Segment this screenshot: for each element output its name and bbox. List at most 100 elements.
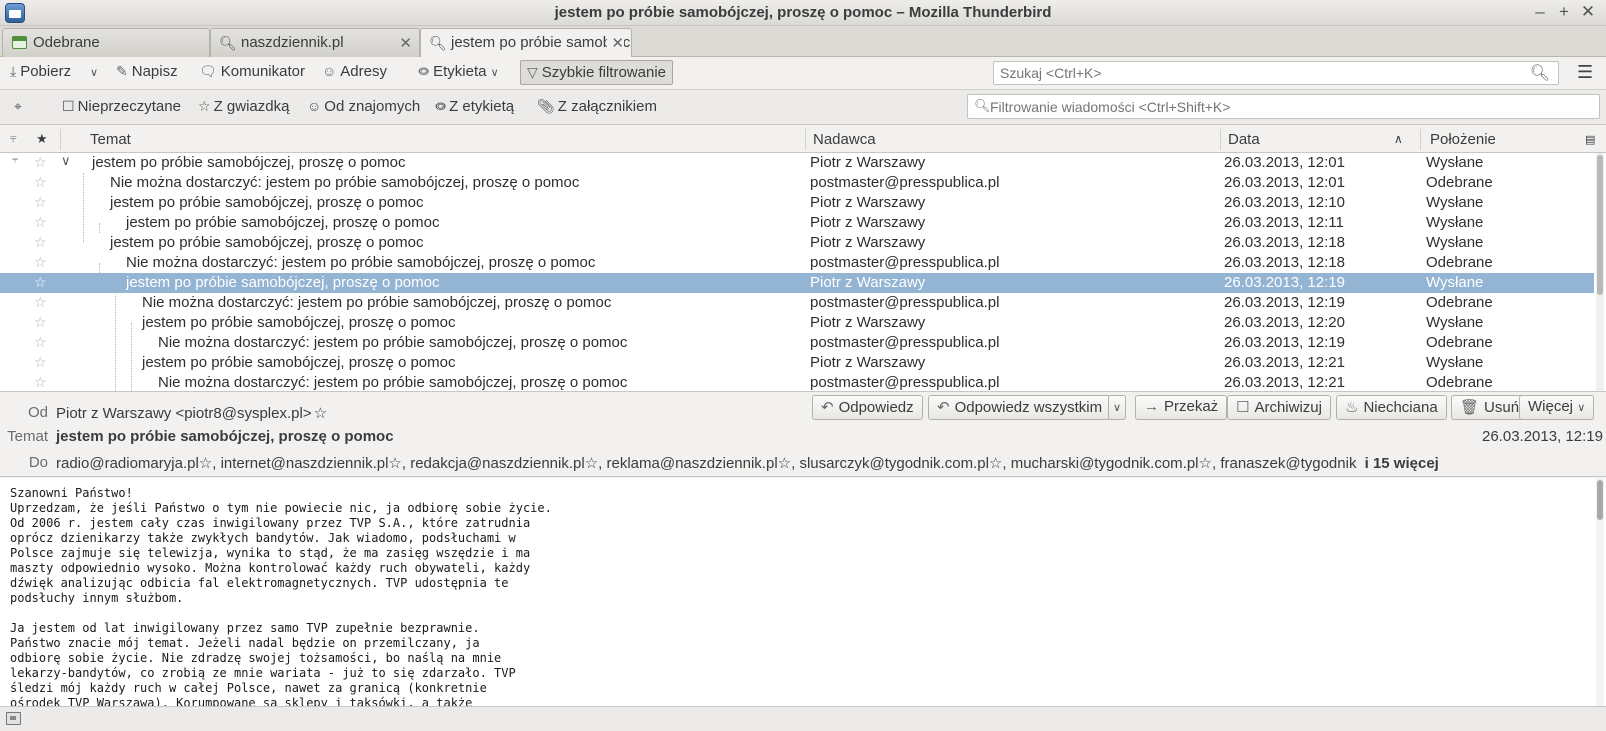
app-menu-icon[interactable]: ☰ xyxy=(1577,62,1593,83)
star-toggle-icon[interactable]: ☆ xyxy=(34,294,47,311)
message-row[interactable]: ☆ jestem po próbie samobójczej, proszę o… xyxy=(0,193,1594,213)
recipient-address[interactable]: radio@radiomaryja.pl xyxy=(56,455,199,472)
message-row[interactable]: ☆ jestem po próbie samobójczej, proszę o… xyxy=(0,353,1594,373)
star-toggle-icon[interactable]: ☆ xyxy=(34,234,47,251)
junk-button[interactable]: ♨ Niechciana xyxy=(1336,395,1447,420)
reply-button[interactable]: ↶ Odpowiedz xyxy=(812,395,923,420)
get-messages-dropdown[interactable]: ∨ xyxy=(84,60,104,85)
message-filter-input[interactable] xyxy=(968,95,1568,118)
star-icon[interactable]: ☆ xyxy=(585,455,598,472)
message-sender: postmaster@presspublica.pl xyxy=(810,294,1000,311)
message-date: 26.03.2013, 12:19 xyxy=(1224,334,1345,351)
thread-scrollbar[interactable] xyxy=(1596,153,1604,391)
message-row[interactable]: ☆ Nie można dostarczyć: jestem po próbie… xyxy=(0,293,1594,313)
quick-filter-button[interactable]: ▽ Szybkie filtrowanie xyxy=(520,60,673,85)
recipient-address[interactable]: reklama@naszdziennik.pl xyxy=(607,455,778,472)
download-icon: ⤓ xyxy=(10,63,17,79)
star-toggle-icon[interactable]: ☆ xyxy=(34,254,47,271)
star-toggle-icon[interactable]: ☆ xyxy=(34,334,47,351)
recipient-address[interactable]: internet@naszdziennik.pl xyxy=(221,455,389,472)
reply-all-dropdown[interactable]: ∨ xyxy=(1108,395,1127,420)
maximize-button[interactable]: + xyxy=(1554,2,1574,22)
tab-bar: Odebrane 🔍︎ naszdziennik.pl ✕ 🔍︎ jestem … xyxy=(0,26,1606,58)
message-row[interactable]: ☆ jestem po próbie samobójczej, proszę o… xyxy=(0,213,1594,233)
message-row[interactable]: ☆ Nie można dostarczyć: jestem po próbie… xyxy=(0,333,1594,353)
scrollbar-thumb[interactable] xyxy=(1597,155,1603,295)
close-tab-icon[interactable]: ✕ xyxy=(399,34,412,52)
star-toggle-icon[interactable]: ☆ xyxy=(34,374,47,391)
thread-column-icon[interactable]: ⫧ xyxy=(10,131,17,146)
location-column-header[interactable]: Położenie xyxy=(1430,131,1496,148)
tag-button[interactable]: ⭖ Etykieta ∨ xyxy=(412,60,505,85)
message-row[interactable]: ☆ jestem po próbie samobójczej, proszę o… xyxy=(0,313,1594,333)
get-messages-button[interactable]: ⤓ Pobierz xyxy=(4,60,77,85)
recipient-address[interactable]: slusarczyk@tygodnik.com.pl xyxy=(799,455,988,472)
sticky-filter-icon[interactable]: ⌖ xyxy=(14,98,25,115)
delete-button[interactable]: 🗑︎ Usuń xyxy=(1451,395,1529,420)
star-column-icon[interactable]: ★ xyxy=(36,131,48,147)
message-row[interactable]: ☆ Nie można dostarczyć: jestem po próbie… xyxy=(0,253,1594,273)
message-subject: Nie można dostarczyć: jestem po próbie s… xyxy=(110,174,580,191)
star-toggle-icon[interactable]: ☆ xyxy=(34,354,47,371)
star-toggle-icon[interactable]: ☆ xyxy=(34,274,47,291)
filter-tags-button[interactable]: ⭖ Z etykietą xyxy=(435,98,514,115)
online-status-icon[interactable] xyxy=(6,712,21,725)
close-tab-icon[interactable]: ✕ xyxy=(607,34,624,52)
star-icon[interactable]: ☆ xyxy=(314,405,327,422)
tag-icon: ⭖ xyxy=(435,98,447,114)
recipient-address[interactable]: franaszek@tygodnik xyxy=(1220,455,1356,472)
message-date: 26.03.2013, 12:01 xyxy=(1224,154,1345,171)
archive-button[interactable]: ☐ Archiwizuj xyxy=(1227,395,1331,420)
reply-all-button[interactable]: ↶ Odpowiedz wszystkim xyxy=(928,395,1112,420)
filter-unread-button[interactable]: ☐ Nieprzeczytane xyxy=(62,98,181,115)
message-row-selected[interactable]: ☆ jestem po próbie samobójczej, proszę o… xyxy=(0,273,1594,293)
more-recipients-link[interactable]: i 15 więcej xyxy=(1365,455,1439,472)
column-picker-icon[interactable]: ▤ xyxy=(1585,133,1595,146)
message-header-pane: ↶ Odpowiedz ↶ Odpowiedz wszystkim ∨ → Przek… xyxy=(0,391,1606,477)
message-sender: Piotr z Warszawy xyxy=(810,154,926,171)
from-address[interactable]: Piotr z Warszawy <piotr8@sysplex.pl> xyxy=(56,405,312,422)
message-row[interactable]: ⫧ ☆ ∨ jestem po próbie samobójczej, pros… xyxy=(0,153,1594,173)
more-button[interactable]: Więcej ∨ xyxy=(1519,395,1595,420)
column-separator xyxy=(1420,129,1421,150)
tab-search-naszdziennik[interactable]: 🔍︎ naszdziennik.pl ✕ xyxy=(210,28,420,57)
star-toggle-icon[interactable]: ☆ xyxy=(34,214,47,231)
date-column-header[interactable]: Data xyxy=(1228,131,1260,148)
body-scrollbar[interactable] xyxy=(1596,478,1604,706)
message-row[interactable]: ☆ Nie można dostarczyć: jestem po próbie… xyxy=(0,373,1594,391)
filter-starred-button[interactable]: ☆ Z gwiazdką xyxy=(198,98,289,115)
star-icon[interactable]: ☆ xyxy=(199,455,212,472)
recipient-address[interactable]: redakcja@naszdziennik.pl xyxy=(410,455,585,472)
collapse-thread-icon[interactable]: ∨ xyxy=(61,153,71,169)
filter-contacts-button[interactable]: ☺ Od znajomych xyxy=(307,98,420,115)
recipient-address[interactable]: mucharski@tygodnik.com.pl xyxy=(1011,455,1199,472)
close-window-button[interactable]: ✕ xyxy=(1578,2,1598,22)
message-filter-box[interactable]: 🔍︎ xyxy=(967,94,1600,119)
star-icon[interactable]: ☆ xyxy=(388,455,401,472)
search-icon[interactable]: 🔍︎ xyxy=(1530,63,1550,83)
tab-current-message[interactable]: 🔍︎ jestem po próbie samobójczej, proszę … xyxy=(420,28,632,58)
star-icon[interactable]: ☆ xyxy=(778,455,791,472)
address-book-button[interactable]: ☺ Adresy xyxy=(316,60,393,85)
from-value[interactable]: Piotr z Warszawy <piotr8@sysplex.pl> ☆ xyxy=(56,404,327,422)
subject-column-header[interactable]: Temat xyxy=(90,131,131,148)
tab-inbox[interactable]: Odebrane xyxy=(2,28,210,57)
filter-attachments-button[interactable]: 📎︎ Z załącznikiem xyxy=(537,98,657,115)
star-toggle-icon[interactable]: ☆ xyxy=(34,174,47,191)
chat-button[interactable]: 🗨︎ Komunikator xyxy=(193,60,311,85)
star-toggle-icon[interactable]: ☆ xyxy=(34,314,47,331)
chevron-down-icon: ∨ xyxy=(1577,402,1586,414)
star-toggle-icon[interactable]: ☆ xyxy=(34,154,47,171)
message-row[interactable]: ☆ jestem po próbie samobójczej, proszę o… xyxy=(0,233,1594,253)
global-search-box[interactable]: 🔍︎ xyxy=(993,61,1559,85)
star-icon[interactable]: ☆ xyxy=(989,455,1002,472)
star-icon[interactable]: ☆ xyxy=(1199,455,1212,472)
sender-column-header[interactable]: Nadawca xyxy=(813,131,876,148)
forward-button[interactable]: → Przekaż xyxy=(1135,395,1228,420)
minimize-button[interactable]: – xyxy=(1530,2,1550,22)
global-search-input[interactable] xyxy=(994,62,1514,84)
star-toggle-icon[interactable]: ☆ xyxy=(34,194,47,211)
message-row[interactable]: ☆ Nie można dostarczyć: jestem po próbie… xyxy=(0,173,1594,193)
scrollbar-thumb[interactable] xyxy=(1597,480,1603,520)
write-button[interactable]: ✎ Napisz xyxy=(110,60,184,85)
